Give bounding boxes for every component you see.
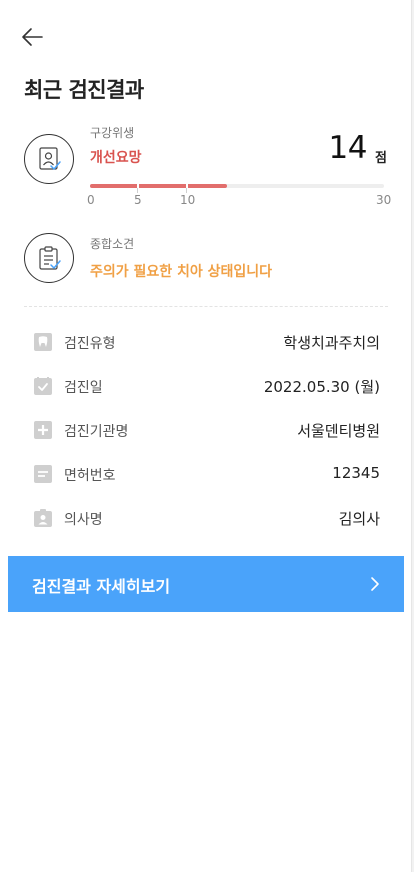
oral-hygiene-status: 개선요망 — [90, 150, 142, 166]
oral-hygiene-icon — [24, 134, 74, 184]
divider — [24, 306, 388, 307]
info-row-doctor: 의사명 김의사 — [24, 503, 388, 533]
tick-label: 30 — [376, 193, 392, 207]
hospital-plus-icon — [34, 421, 52, 439]
info-label: 검진일 — [64, 380, 103, 396]
info-value: 서울덴티병원 — [297, 422, 380, 440]
info-label: 면허번호 — [64, 468, 116, 484]
tick-label: 0 — [87, 193, 95, 207]
info-row-institution: 검진기관명 서울덴티병원 — [24, 415, 388, 445]
info-value: 2022.05.30 (월) — [263, 378, 380, 396]
arrow-left-icon — [22, 28, 43, 46]
info-value: 학생치과주치의 — [283, 334, 380, 352]
view-details-button[interactable]: 검진결과 자세히보기 — [8, 556, 404, 612]
result-card: 최근 검진결과 구강위생 개선요망 14 점 0 5 10 30 종합소견 주의… — [0, 0, 412, 872]
info-label: 검진기관명 — [64, 424, 129, 440]
score-progress-fill — [90, 184, 228, 188]
info-value: 12345 — [332, 464, 380, 482]
doctor-badge-icon — [34, 509, 52, 527]
tooth-icon — [34, 333, 52, 351]
oral-hygiene-score: 14 — [328, 130, 368, 166]
score-progress-bar — [90, 184, 384, 188]
chevron-right-icon — [371, 577, 379, 591]
calendar-check-icon — [34, 377, 52, 395]
back-button[interactable] — [20, 24, 52, 50]
view-details-label: 검진결과 자세히보기 — [32, 577, 171, 596]
overall-opinion-icon — [24, 233, 74, 283]
overall-opinion-label: 종합소견 — [90, 237, 135, 251]
license-card-icon — [34, 465, 52, 483]
tick-label: 5 — [134, 193, 142, 207]
info-row-exam-date: 검진일 2022.05.30 (월) — [24, 371, 388, 401]
oral-hygiene-label: 구강위생 — [90, 126, 135, 140]
info-label: 의사명 — [64, 512, 103, 528]
overall-opinion-text: 주의가 필요한 치아 상태입니다 — [90, 264, 273, 280]
info-row-license: 면허번호 12345 — [24, 459, 388, 489]
info-value: 김의사 — [338, 510, 380, 528]
page-title: 최근 검진결과 — [24, 78, 144, 102]
info-row-exam-type: 검진유형 학생치과주치의 — [24, 327, 388, 357]
info-label: 검진유형 — [64, 336, 116, 352]
tick-label: 10 — [180, 193, 196, 207]
score-unit: 점 — [375, 151, 387, 166]
